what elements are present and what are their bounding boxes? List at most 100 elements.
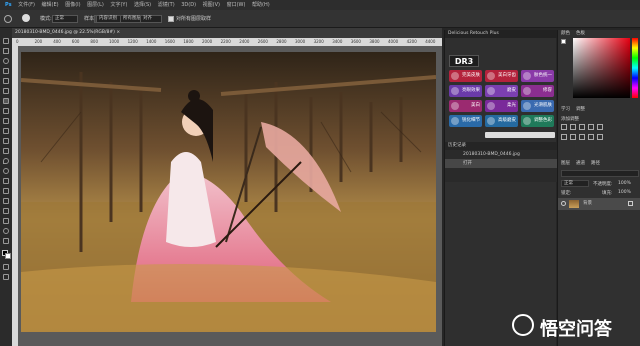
clone-stamp-tool-icon[interactable]	[3, 118, 9, 124]
history-brush-tool-icon[interactable]	[3, 128, 9, 134]
type-tool-icon[interactable]	[3, 188, 9, 194]
path-select-tool-icon[interactable]	[3, 198, 9, 204]
shape-tool-icon[interactable]	[3, 208, 9, 214]
history-snapshot[interactable]: 20180310-BMD_0446.jpg	[445, 150, 557, 159]
screen-mode-icon[interactable]	[3, 274, 9, 280]
pen-tool-icon[interactable]	[3, 178, 9, 184]
paths-tab[interactable]: 路径	[591, 160, 600, 166]
marquee-tool-icon[interactable]	[3, 48, 9, 54]
plugin-button[interactable]: 柔光	[485, 100, 518, 112]
menu-type[interactable]: 文字(Y)	[110, 2, 127, 8]
exposure-icon[interactable]	[588, 124, 594, 130]
dodge-tool-icon[interactable]	[3, 168, 9, 174]
quick-mask-icon[interactable]	[3, 264, 9, 270]
photo-illustration	[21, 52, 436, 332]
swatches-tab[interactable]: 色板	[576, 30, 585, 36]
history-tab[interactable]: 历史记录	[445, 142, 557, 150]
move-tool-icon[interactable]	[3, 38, 9, 44]
plugin-button-icon	[487, 72, 495, 80]
plugin-button-label: 美白	[471, 103, 480, 108]
align-button[interactable]: 对齐	[140, 15, 162, 23]
plugin-button[interactable]: 高级磨皮	[485, 115, 518, 127]
plugin-button[interactable]: 光滑肌肤	[521, 100, 554, 112]
quick-select-tool-icon[interactable]	[3, 68, 9, 74]
menu-edit[interactable]: 编辑(E)	[42, 2, 59, 8]
document-tab[interactable]: 20180310-BMD_0446.jpg @ 22.5%(RGB/8#) ×	[12, 28, 442, 38]
channels-tab[interactable]: 通道	[576, 160, 585, 166]
layer-row-background[interactable]: 背景	[558, 198, 640, 210]
sample-all-checkbox[interactable]	[168, 16, 174, 22]
learn-tab[interactable]: 学习	[561, 106, 570, 112]
plugin-button[interactable]: 完美皮肤	[449, 70, 482, 82]
layer-opacity-label: 不透明度:	[593, 181, 613, 187]
menu-image[interactable]: 图像(I)	[65, 2, 80, 8]
hue-slider[interactable]	[632, 38, 638, 98]
menu-window[interactable]: 窗口(W)	[227, 2, 246, 8]
levels-icon[interactable]	[570, 124, 576, 130]
menu-filter[interactable]: 滤镜(T)	[158, 2, 175, 8]
fill-value[interactable]: 100%	[618, 190, 631, 195]
background-color-swatch[interactable]	[5, 253, 11, 259]
retouch-plugin-panel: Delicious Retouch Plus DR3 完美皮肤 美白牙齿 肤色统一亮…	[444, 30, 557, 346]
plugin-button-icon	[523, 117, 531, 125]
color-balance-icon[interactable]	[570, 134, 576, 140]
adjustments-tab[interactable]: 调整	[576, 106, 585, 112]
black-white-icon[interactable]	[579, 134, 585, 140]
color-field[interactable]	[573, 38, 630, 98]
menu-3d[interactable]: 3D(D)	[181, 2, 196, 8]
menu-help[interactable]: 帮助(H)	[252, 2, 270, 8]
curves-icon[interactable]	[579, 124, 585, 130]
learn-tab-label: 学习	[561, 107, 570, 112]
plugin-button[interactable]: 美白牙齿	[485, 70, 518, 82]
healing-brush-icon[interactable]	[4, 15, 12, 23]
mode-select[interactable]: 正常	[52, 15, 78, 23]
ruler-mark: 1800	[183, 39, 194, 44]
blend-mode-select[interactable]: 正常	[561, 180, 589, 187]
history-step-open[interactable]: 打开	[445, 159, 557, 168]
menu-bar: Ps 文件(F) 编辑(E) 图像(I) 图层(L) 文字(Y) 选择(S) 滤…	[0, 0, 640, 10]
plugin-button[interactable]: 美白	[449, 100, 482, 112]
zoom-tool-icon[interactable]	[3, 228, 9, 234]
ruler-mark: 2000	[202, 39, 213, 44]
plugin-button[interactable]: 肤色统一	[521, 70, 554, 82]
plugin-button[interactable]: 亮眼效果	[449, 85, 482, 97]
brightness-icon[interactable]	[561, 124, 567, 130]
ps-logo[interactable]: Ps	[5, 2, 12, 8]
menu-select[interactable]: 选择(S)	[134, 2, 151, 8]
plugin-search-field[interactable]	[485, 132, 555, 138]
menu-layer[interactable]: 图层(L)	[87, 2, 104, 8]
plugin-button[interactable]: 磨皮	[485, 85, 518, 97]
layer-opacity-value[interactable]: 100%	[618, 181, 631, 186]
plugin-button[interactable]: 锐化细节	[449, 115, 482, 127]
lock-text: 锁定:	[561, 191, 572, 196]
vibrance-icon[interactable]	[597, 124, 603, 130]
lasso-tool-icon[interactable]	[3, 58, 9, 64]
plugin-button[interactable]: 修容	[521, 85, 554, 97]
edit-toolbar-icon[interactable]	[3, 238, 9, 244]
horizontal-ruler: 0 200 400 600 800 1000 1200 1400 1600 1800 2000 220…	[12, 38, 442, 46]
layers-tab[interactable]: 图层	[561, 160, 570, 166]
ruler-mark: 3800	[369, 39, 380, 44]
healing-brush-tool-icon[interactable]	[3, 98, 9, 104]
hue-sat-icon[interactable]	[561, 134, 567, 140]
plugin-button[interactable]: 调整色彩	[521, 115, 554, 127]
crop-tool-icon[interactable]	[3, 78, 9, 84]
history-step-label: 打开	[463, 161, 472, 166]
menu-file[interactable]: 文件(F)	[18, 2, 35, 8]
fg-color-chip[interactable]	[561, 39, 566, 44]
layer-filter-field[interactable]	[561, 170, 639, 177]
document-photo[interactable]	[21, 52, 436, 332]
eraser-tool-icon[interactable]	[3, 138, 9, 144]
menu-view[interactable]: 视图(V)	[203, 2, 220, 8]
eyedropper-tool-icon[interactable]	[3, 88, 9, 94]
gradient-tool-icon[interactable]	[3, 148, 9, 154]
color-tab[interactable]: 颜色	[561, 30, 570, 36]
blur-tool-icon[interactable]	[3, 158, 9, 164]
photo-filter-icon[interactable]	[588, 134, 594, 140]
brush-preset-icon[interactable]	[22, 14, 30, 22]
channel-mixer-icon[interactable]	[597, 134, 603, 140]
brush-tool-icon[interactable]	[3, 108, 9, 114]
hand-tool-icon[interactable]	[3, 218, 9, 224]
ruler-marks: 0 200 400 600 800 1000 1200 1400 1600 1800 2000 220…	[12, 38, 442, 46]
visibility-eye-icon[interactable]	[561, 201, 566, 206]
